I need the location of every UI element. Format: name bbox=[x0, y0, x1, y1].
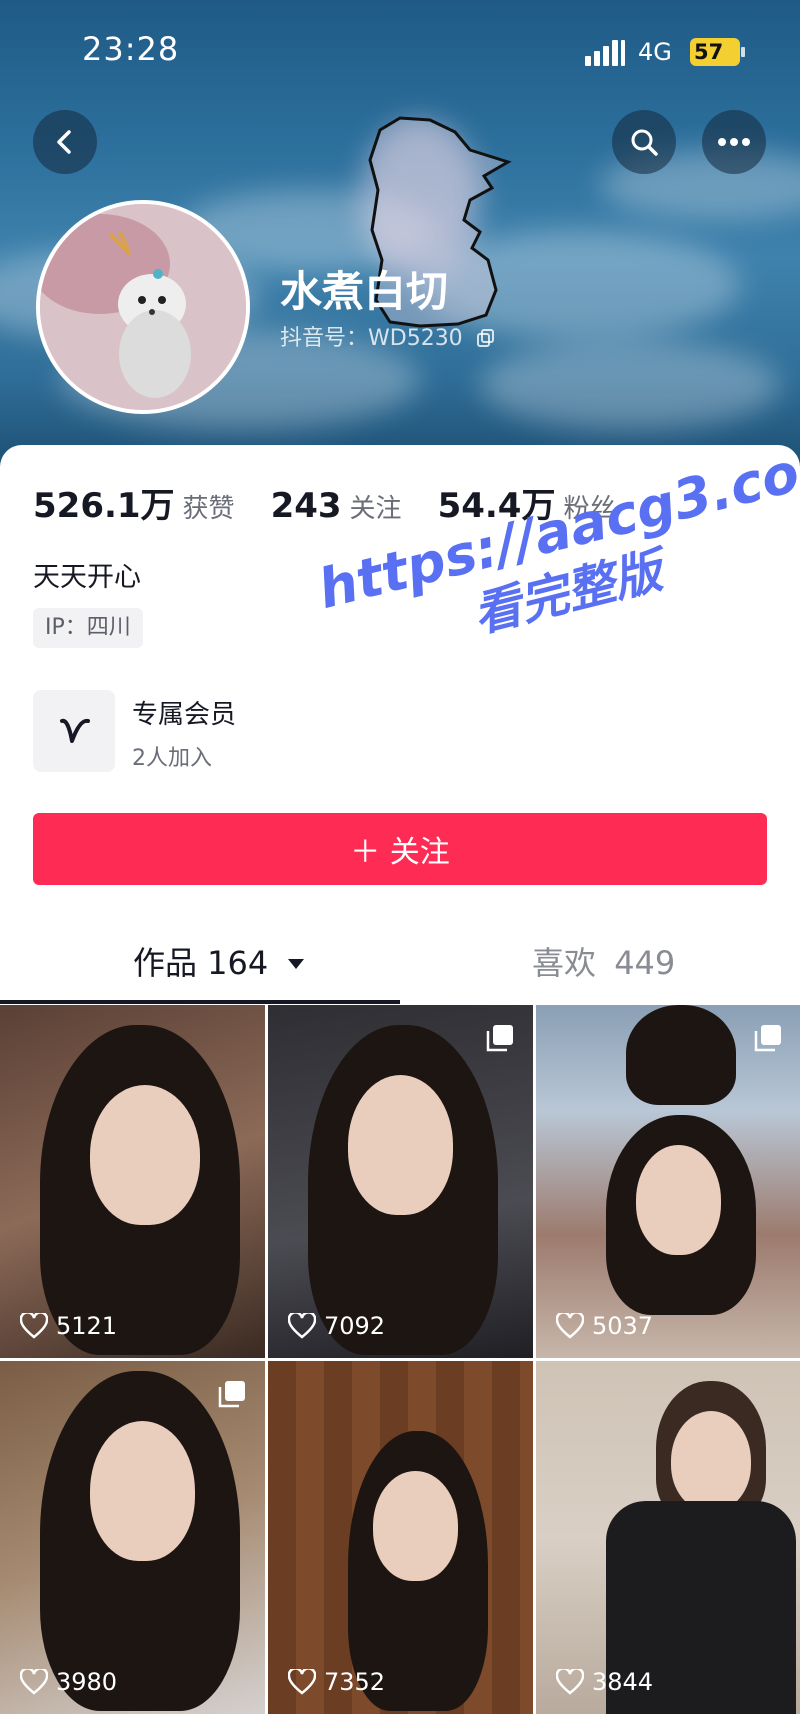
like-count: 5121 bbox=[20, 1312, 117, 1340]
like-count-value: 7352 bbox=[324, 1668, 386, 1696]
video-tile[interactable]: 3844 bbox=[536, 1361, 800, 1714]
profile-bio: 天天开心 bbox=[33, 562, 141, 593]
heart-icon bbox=[20, 1669, 48, 1695]
multi-image-icon bbox=[486, 1025, 513, 1052]
multi-image-icon bbox=[754, 1025, 781, 1052]
video-tile[interactable]: 7092 bbox=[268, 1005, 533, 1358]
status-bar: 23:28 4G 57 bbox=[0, 0, 800, 100]
search-button[interactable] bbox=[612, 110, 676, 174]
tab-likes-label: 喜欢 bbox=[532, 944, 597, 982]
caret-down-icon[interactable] bbox=[286, 957, 306, 971]
like-count-value: 3980 bbox=[56, 1668, 118, 1696]
back-button[interactable] bbox=[33, 110, 97, 174]
likes-label: 获赞 bbox=[182, 494, 235, 524]
member-title[interactable]: 专属会员 bbox=[132, 694, 236, 731]
chevron-left-icon bbox=[57, 130, 71, 154]
video-tile[interactable]: 5121 bbox=[0, 1005, 265, 1358]
network-type: 4G bbox=[638, 38, 672, 66]
tab-works-label: 作品 164 bbox=[133, 944, 269, 982]
heart-icon bbox=[288, 1313, 316, 1339]
tab-works[interactable]: 作品 164 bbox=[133, 938, 306, 984]
battery-icon: 57 bbox=[690, 38, 745, 66]
more-button[interactable] bbox=[702, 110, 766, 174]
status-time: 23:28 bbox=[82, 30, 180, 68]
search-icon bbox=[631, 129, 658, 156]
video-tile[interactable]: 5037 bbox=[536, 1005, 800, 1358]
like-count: 5037 bbox=[556, 1312, 653, 1340]
profile-name: 水煮白切 bbox=[280, 267, 449, 316]
heart-icon bbox=[556, 1313, 584, 1339]
cat-avatar-image bbox=[40, 204, 246, 410]
like-count-value: 5037 bbox=[592, 1312, 654, 1340]
following-label[interactable]: 关注 bbox=[350, 488, 402, 525]
like-count: 7092 bbox=[288, 1312, 385, 1340]
heart-icon bbox=[556, 1669, 584, 1695]
follow-button[interactable]: ＋ 关注 bbox=[33, 813, 767, 885]
multi-image-icon bbox=[218, 1381, 245, 1408]
video-tile[interactable]: 3980 bbox=[0, 1361, 265, 1714]
video-tile[interactable]: 7352 bbox=[268, 1361, 533, 1714]
tab-likes-count: 449 bbox=[614, 944, 676, 982]
like-count: 3844 bbox=[556, 1668, 653, 1696]
tab-likes[interactable]: 喜欢 449 bbox=[532, 938, 675, 984]
like-count-value: 5121 bbox=[56, 1312, 118, 1340]
profile-id-text: 抖音号：WD5230 bbox=[280, 326, 463, 351]
heart-icon bbox=[20, 1313, 48, 1339]
member-icon-box[interactable] bbox=[33, 690, 115, 772]
like-count: 7352 bbox=[288, 1668, 385, 1696]
copy-icon[interactable] bbox=[476, 328, 496, 348]
like-count-value: 3844 bbox=[592, 1668, 654, 1696]
v-member-icon bbox=[60, 718, 90, 743]
likes-count: 526.1万 bbox=[33, 486, 175, 526]
like-count-value: 7092 bbox=[324, 1312, 386, 1340]
signal-icon bbox=[585, 40, 627, 66]
following-count[interactable]: 243 bbox=[271, 486, 342, 526]
active-tab-indicator bbox=[0, 1000, 400, 1004]
video-grid: 5121 7092 5037 3980 7352 3844 bbox=[0, 1005, 800, 1733]
heart-icon bbox=[288, 1669, 316, 1695]
avatar[interactable] bbox=[36, 200, 250, 414]
like-count: 3980 bbox=[20, 1668, 117, 1696]
profile-id[interactable]: 抖音号：WD5230 bbox=[280, 320, 496, 352]
profile-header-banner: 23:28 4G 57 水煮白切 抖音号：WD5230 bbox=[0, 0, 800, 470]
more-dots-icon bbox=[718, 138, 750, 146]
ip-location-badge: IP：四川 bbox=[33, 608, 143, 648]
member-subtitle: 2人加入 bbox=[132, 746, 212, 771]
content-tabs: 作品 164 喜欢 449 bbox=[0, 930, 800, 1004]
